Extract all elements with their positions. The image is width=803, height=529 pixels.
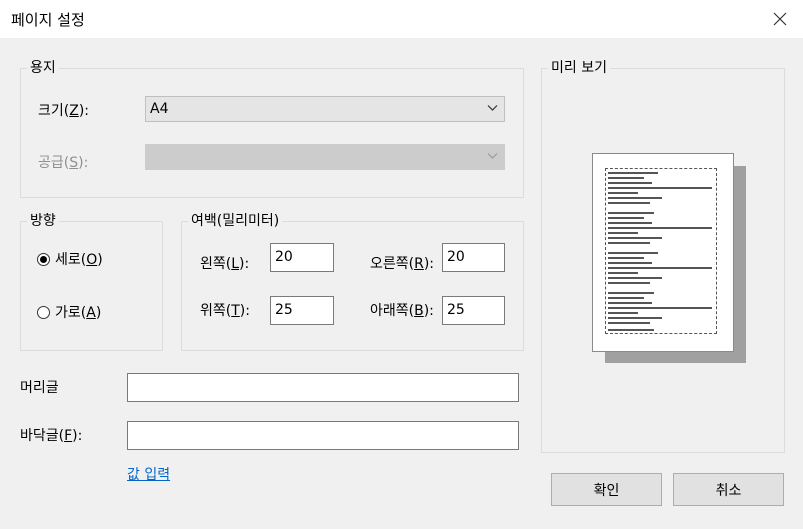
margins-legend: 여백(밀리미터)	[188, 212, 283, 230]
size-label: 크기(Z):	[38, 103, 90, 119]
input-values-link[interactable]: 값 입력	[127, 464, 170, 484]
size-value: A4	[150, 101, 169, 117]
footer-label: 바닥글(F):	[20, 428, 83, 444]
right-margin-input[interactable]: 20	[442, 243, 505, 272]
close-icon	[773, 12, 787, 26]
bottom-margin-input[interactable]: 25	[442, 296, 505, 325]
portrait-radio[interactable]: 세로(O)	[37, 249, 103, 269]
chevron-down-icon	[487, 105, 498, 111]
orientation-group: 방향	[20, 212, 163, 351]
bottom-margin-label: 아래쪽(B):	[370, 303, 434, 319]
radio-unselected-icon	[37, 305, 50, 319]
chevron-down-icon	[487, 153, 498, 159]
paper-legend: 용지	[27, 59, 59, 77]
preview-page	[592, 153, 734, 352]
landscape-label: 가로(A)	[55, 305, 102, 321]
top-margin-value: 25	[275, 302, 293, 318]
preview-legend: 미리 보기	[548, 59, 610, 77]
orientation-legend: 방향	[27, 212, 59, 230]
top-margin-input[interactable]: 25	[270, 296, 334, 325]
preview-margin-box	[605, 168, 717, 334]
source-label: 공급(S):	[38, 155, 89, 171]
header-label: 머리글	[20, 380, 59, 396]
header-input[interactable]	[127, 373, 519, 402]
right-margin-label: 오른쪽(R):	[370, 256, 435, 272]
bottom-margin-value: 25	[447, 302, 465, 318]
landscape-radio[interactable]: 가로(A)	[37, 302, 101, 322]
left-margin-value: 20	[275, 249, 293, 265]
radio-selected-icon	[37, 252, 50, 266]
cancel-button[interactable]: 취소	[673, 473, 784, 506]
size-select[interactable]: A4	[145, 96, 505, 122]
close-button[interactable]	[757, 0, 803, 38]
left-margin-input[interactable]: 20	[270, 243, 334, 272]
portrait-label: 세로(O)	[55, 252, 103, 268]
ok-button[interactable]: 확인	[551, 473, 662, 506]
left-margin-label: 왼쪽(L):	[200, 256, 250, 272]
source-select[interactable]	[145, 144, 505, 170]
title-bar: 페이지 설정	[0, 0, 803, 38]
window-title: 페이지 설정	[11, 11, 85, 29]
right-margin-value: 20	[447, 249, 465, 265]
paper-group: 용지	[20, 59, 524, 198]
footer-input[interactable]	[127, 421, 519, 450]
top-margin-label: 위쪽(T):	[200, 303, 250, 319]
margins-group: 여백(밀리미터)	[181, 212, 524, 351]
